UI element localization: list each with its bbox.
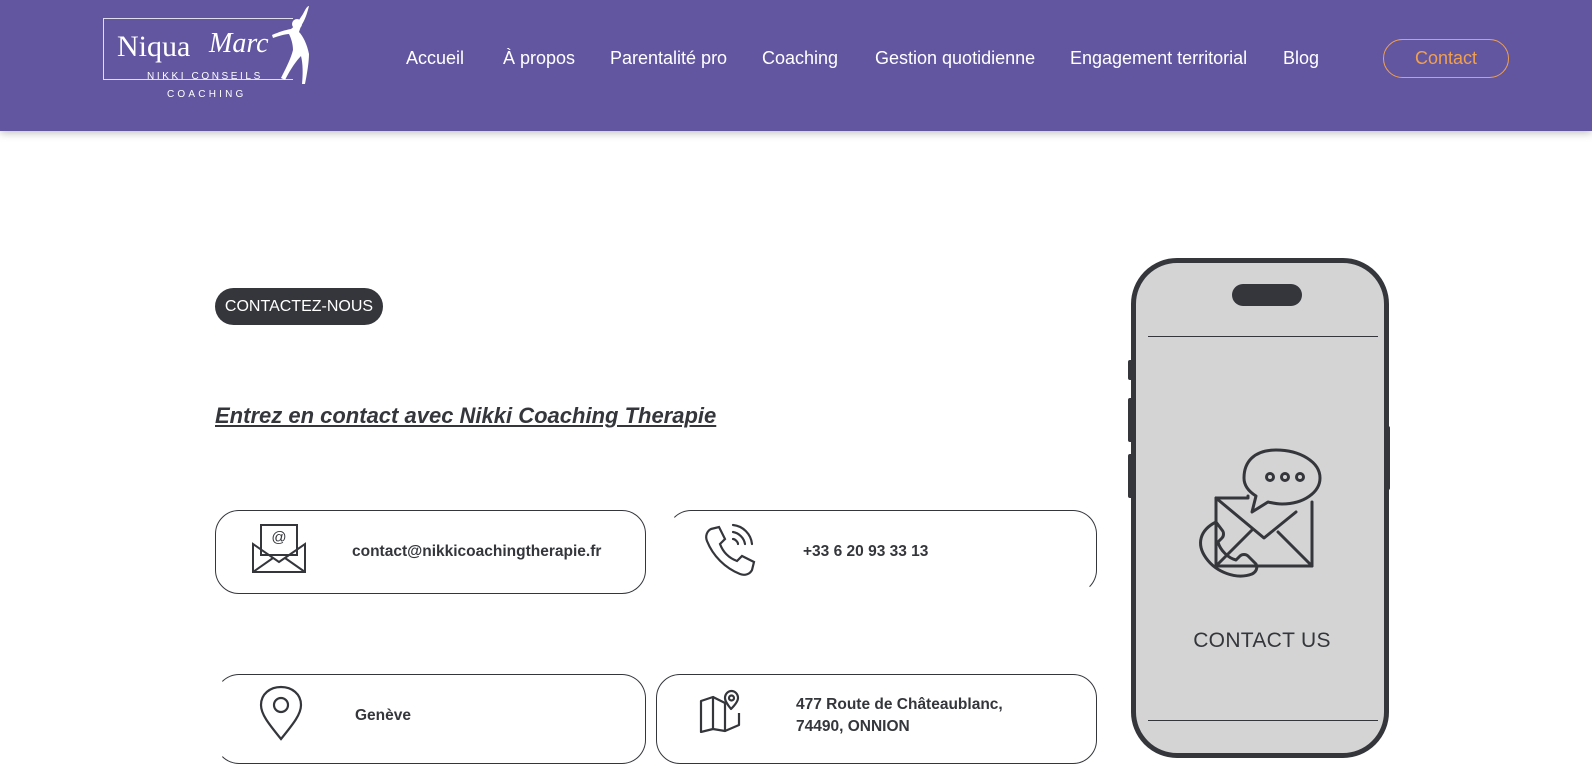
logo-script-text: Marc bbox=[209, 28, 269, 59]
phone-ringing-icon bbox=[705, 523, 756, 576]
phone-number[interactable]: +33 6 20 93 33 13 bbox=[803, 543, 928, 561]
nav-parentalite-pro[interactable]: Parentalité pro bbox=[610, 48, 727, 69]
site-logo[interactable]: Niqua Marc NIKKI CONSEILS COACHING bbox=[103, 4, 315, 104]
page-heading: Entrez en contact avec Nikki Coaching Th… bbox=[215, 403, 717, 428]
location-pin-icon bbox=[259, 685, 303, 741]
dancer-icon bbox=[272, 6, 309, 84]
phone-screen: CONTACT US bbox=[1131, 258, 1389, 758]
svg-text:@: @ bbox=[271, 529, 286, 546]
logo-subtitle: NIKKI CONSEILS bbox=[147, 71, 263, 82]
address-card[interactable]: 477 Route de Châteaublanc, 74490, ONNION bbox=[656, 674, 1097, 764]
contact-chat-envelope-icon bbox=[1199, 448, 1322, 578]
email-address[interactable]: contact@nikkicoachingtherapie.fr bbox=[352, 543, 601, 561]
address-line-2: 74490, ONNION bbox=[796, 718, 910, 735]
location-card[interactable]: Genève bbox=[215, 674, 646, 764]
screen-divider-bottom bbox=[1148, 720, 1378, 721]
screen-divider-top bbox=[1148, 336, 1378, 337]
nav-engagement-territorial[interactable]: Engagement territorial bbox=[1070, 48, 1247, 69]
phone-illustration: CONTACT US bbox=[1128, 258, 1390, 758]
logo-brand-text: Niqua bbox=[117, 30, 191, 63]
contact-button[interactable]: Contact bbox=[1383, 39, 1509, 78]
address-line-1: 477 Route de Châteaublanc, bbox=[796, 696, 1003, 713]
contact-us-label: CONTACT US bbox=[1193, 629, 1331, 652]
nav-blog[interactable]: Blog bbox=[1283, 48, 1319, 69]
phone-notch bbox=[1232, 284, 1302, 306]
email-envelope-icon: @ bbox=[252, 524, 306, 573]
nav-gestion-quotidienne[interactable]: Gestion quotidienne bbox=[875, 48, 1035, 69]
nav-coaching[interactable]: Coaching bbox=[762, 48, 838, 69]
site-header: Niqua Marc NIKKI CONSEILS COACHING Accue… bbox=[0, 0, 1592, 131]
email-card[interactable]: @ contact@nikkicoachingtherapie.fr bbox=[215, 510, 646, 594]
location-city: Genève bbox=[355, 707, 412, 724]
phone-card[interactable]: +33 6 20 93 33 13 bbox=[667, 510, 1097, 594]
logo-subtitle-2: COACHING bbox=[167, 89, 247, 100]
section-tag: CONTACTEZ-NOUS bbox=[215, 288, 383, 325]
nav-accueil[interactable]: Accueil bbox=[406, 48, 464, 69]
map-icon bbox=[699, 689, 741, 733]
nav-a-propos[interactable]: À propos bbox=[503, 48, 575, 69]
